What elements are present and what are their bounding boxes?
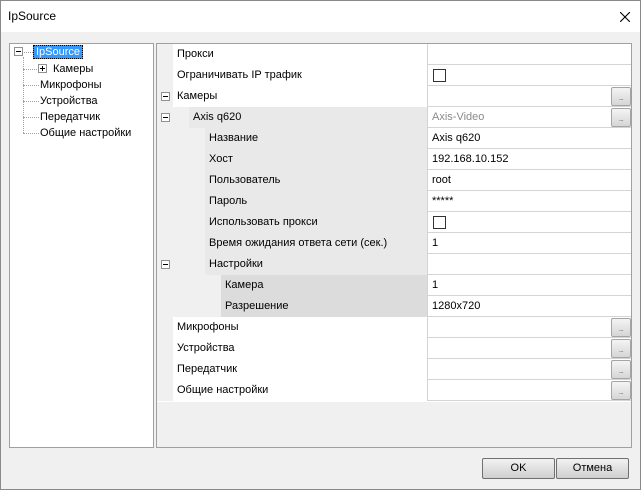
property-value-cell: ... xyxy=(427,317,631,338)
property-row-microphones[interactable]: Микрофоны ... xyxy=(157,317,631,338)
property-row-user[interactable]: Пользователь root xyxy=(157,170,631,191)
property-row-name[interactable]: Название Axis q620 xyxy=(157,128,631,149)
property-name: Разрешение xyxy=(221,296,427,317)
tree-item-devices[interactable]: Устройства xyxy=(40,93,98,109)
property-value-cell: Axis-Video ... xyxy=(427,107,631,128)
property-row-settings[interactable]: Настройки xyxy=(157,254,631,275)
tree-item-cameras[interactable]: Камеры xyxy=(53,61,93,77)
dialog-window: IpSource IpSource Камеры Микрофоны Устро… xyxy=(0,0,641,490)
window-title: IpSource xyxy=(8,9,57,23)
property-name: Устройства xyxy=(173,338,427,359)
tree-item-label: Передатчик xyxy=(40,111,101,123)
use-proxy-checkbox[interactable] xyxy=(433,216,446,229)
cameras-ellipsis-button[interactable]: ... xyxy=(611,87,631,106)
property-value[interactable]: root xyxy=(427,170,631,191)
property-value[interactable]: 192.168.10.152 xyxy=(427,149,631,170)
tree-item-label: Устройства xyxy=(40,95,98,107)
tree-item-microphones[interactable]: Микрофоны xyxy=(40,77,102,93)
tree-item-cameras-expand-toggle[interactable] xyxy=(38,64,47,73)
property-row-network-timeout[interactable]: Время ожидания ответа сети (сек.) 1 xyxy=(157,233,631,254)
tree-item-transmitter[interactable]: Передатчик xyxy=(40,109,100,125)
property-value-cell xyxy=(427,212,631,233)
property-value-cell: ... xyxy=(427,380,631,401)
ok-button[interactable]: OK xyxy=(482,458,555,479)
close-button[interactable] xyxy=(610,1,640,32)
property-row-cameras[interactable]: Камеры ... xyxy=(157,86,631,107)
tree-item-general-settings[interactable]: Общие настройки xyxy=(40,125,131,141)
property-value[interactable]: Axis q620 xyxy=(427,128,631,149)
property-value[interactable]: 1280x720 xyxy=(427,296,631,317)
property-name: Использовать прокси xyxy=(205,212,427,233)
property-value[interactable]: ***** xyxy=(427,191,631,212)
axis-q620-ellipsis-button[interactable]: ... xyxy=(611,108,631,127)
settings-tree: IpSource Камеры Микрофоны Устройства Пер… xyxy=(9,43,154,448)
property-name: Ограничивать IP трафик xyxy=(173,65,427,86)
cancel-button[interactable]: Отмена xyxy=(556,458,629,479)
axis-q620-collapse-toggle[interactable] xyxy=(161,113,170,122)
tree-item-label: Микрофоны xyxy=(40,79,102,91)
general-settings-ellipsis-button[interactable]: ... xyxy=(611,381,631,400)
close-icon xyxy=(620,11,630,22)
property-grid: Прокси Ограничивать IP трафик Камеры ... xyxy=(156,43,632,448)
title-bar: IpSource xyxy=(1,1,640,32)
property-name: Передатчик xyxy=(173,359,427,380)
property-name: Прокси xyxy=(173,44,427,65)
limit-ip-traffic-checkbox[interactable] xyxy=(433,69,446,82)
property-row-transmitter[interactable]: Передатчик ... xyxy=(157,359,631,380)
property-name: Хост xyxy=(205,149,427,170)
property-value[interactable] xyxy=(427,44,631,65)
cameras-collapse-toggle[interactable] xyxy=(161,92,170,101)
property-value-cell: ... xyxy=(427,338,631,359)
property-value[interactable]: 1 xyxy=(427,275,631,296)
property-name: Пароль xyxy=(205,191,427,212)
property-row-use-proxy[interactable]: Использовать прокси xyxy=(157,212,631,233)
property-value[interactable] xyxy=(427,254,631,275)
tree-item-label: Камеры xyxy=(53,63,94,75)
tree-root-collapse-toggle[interactable] xyxy=(14,47,23,56)
property-row-camera[interactable]: Камера 1 xyxy=(157,275,631,296)
property-name: Общие настройки xyxy=(173,380,427,401)
settings-collapse-toggle[interactable] xyxy=(161,260,170,269)
property-name: Время ожидания ответа сети (сек.) xyxy=(205,233,427,254)
property-value-cell: ... xyxy=(427,359,631,380)
property-row-proxy[interactable]: Прокси xyxy=(157,44,631,65)
property-name: Микрофоны xyxy=(173,317,427,338)
property-row-host[interactable]: Хост 192.168.10.152 xyxy=(157,149,631,170)
property-row-general-settings[interactable]: Общие настройки ... xyxy=(157,380,631,401)
property-name: Axis q620 xyxy=(189,107,427,128)
property-value-cell: ... xyxy=(427,86,631,107)
devices-ellipsis-button[interactable]: ... xyxy=(611,339,631,358)
property-value-cell xyxy=(427,65,631,86)
property-row-password[interactable]: Пароль ***** xyxy=(157,191,631,212)
property-row-limit-ip-traffic[interactable]: Ограничивать IP трафик xyxy=(157,65,631,86)
property-row-devices[interactable]: Устройства ... xyxy=(157,338,631,359)
property-name: Камера xyxy=(221,275,427,296)
property-grid-rows: Прокси Ограничивать IP трафик Камеры ... xyxy=(157,44,631,402)
property-row-axis-q620[interactable]: Axis q620 Axis-Video ... xyxy=(157,107,631,128)
tree-item-root[interactable]: IpSource xyxy=(33,44,84,60)
microphones-ellipsis-button[interactable]: ... xyxy=(611,318,631,337)
property-name: Камеры xyxy=(173,86,427,107)
property-name: Настройки xyxy=(205,254,427,275)
tree-item-root-label: IpSource xyxy=(33,45,84,59)
property-value: Axis-Video xyxy=(432,111,485,123)
tree-item-label: Общие настройки xyxy=(40,127,132,139)
property-name: Пользователь xyxy=(205,170,427,191)
transmitter-ellipsis-button[interactable]: ... xyxy=(611,360,631,379)
property-value[interactable]: 1 xyxy=(427,233,631,254)
property-row-resolution[interactable]: Разрешение 1280x720 xyxy=(157,296,631,317)
property-name: Название xyxy=(205,128,427,149)
